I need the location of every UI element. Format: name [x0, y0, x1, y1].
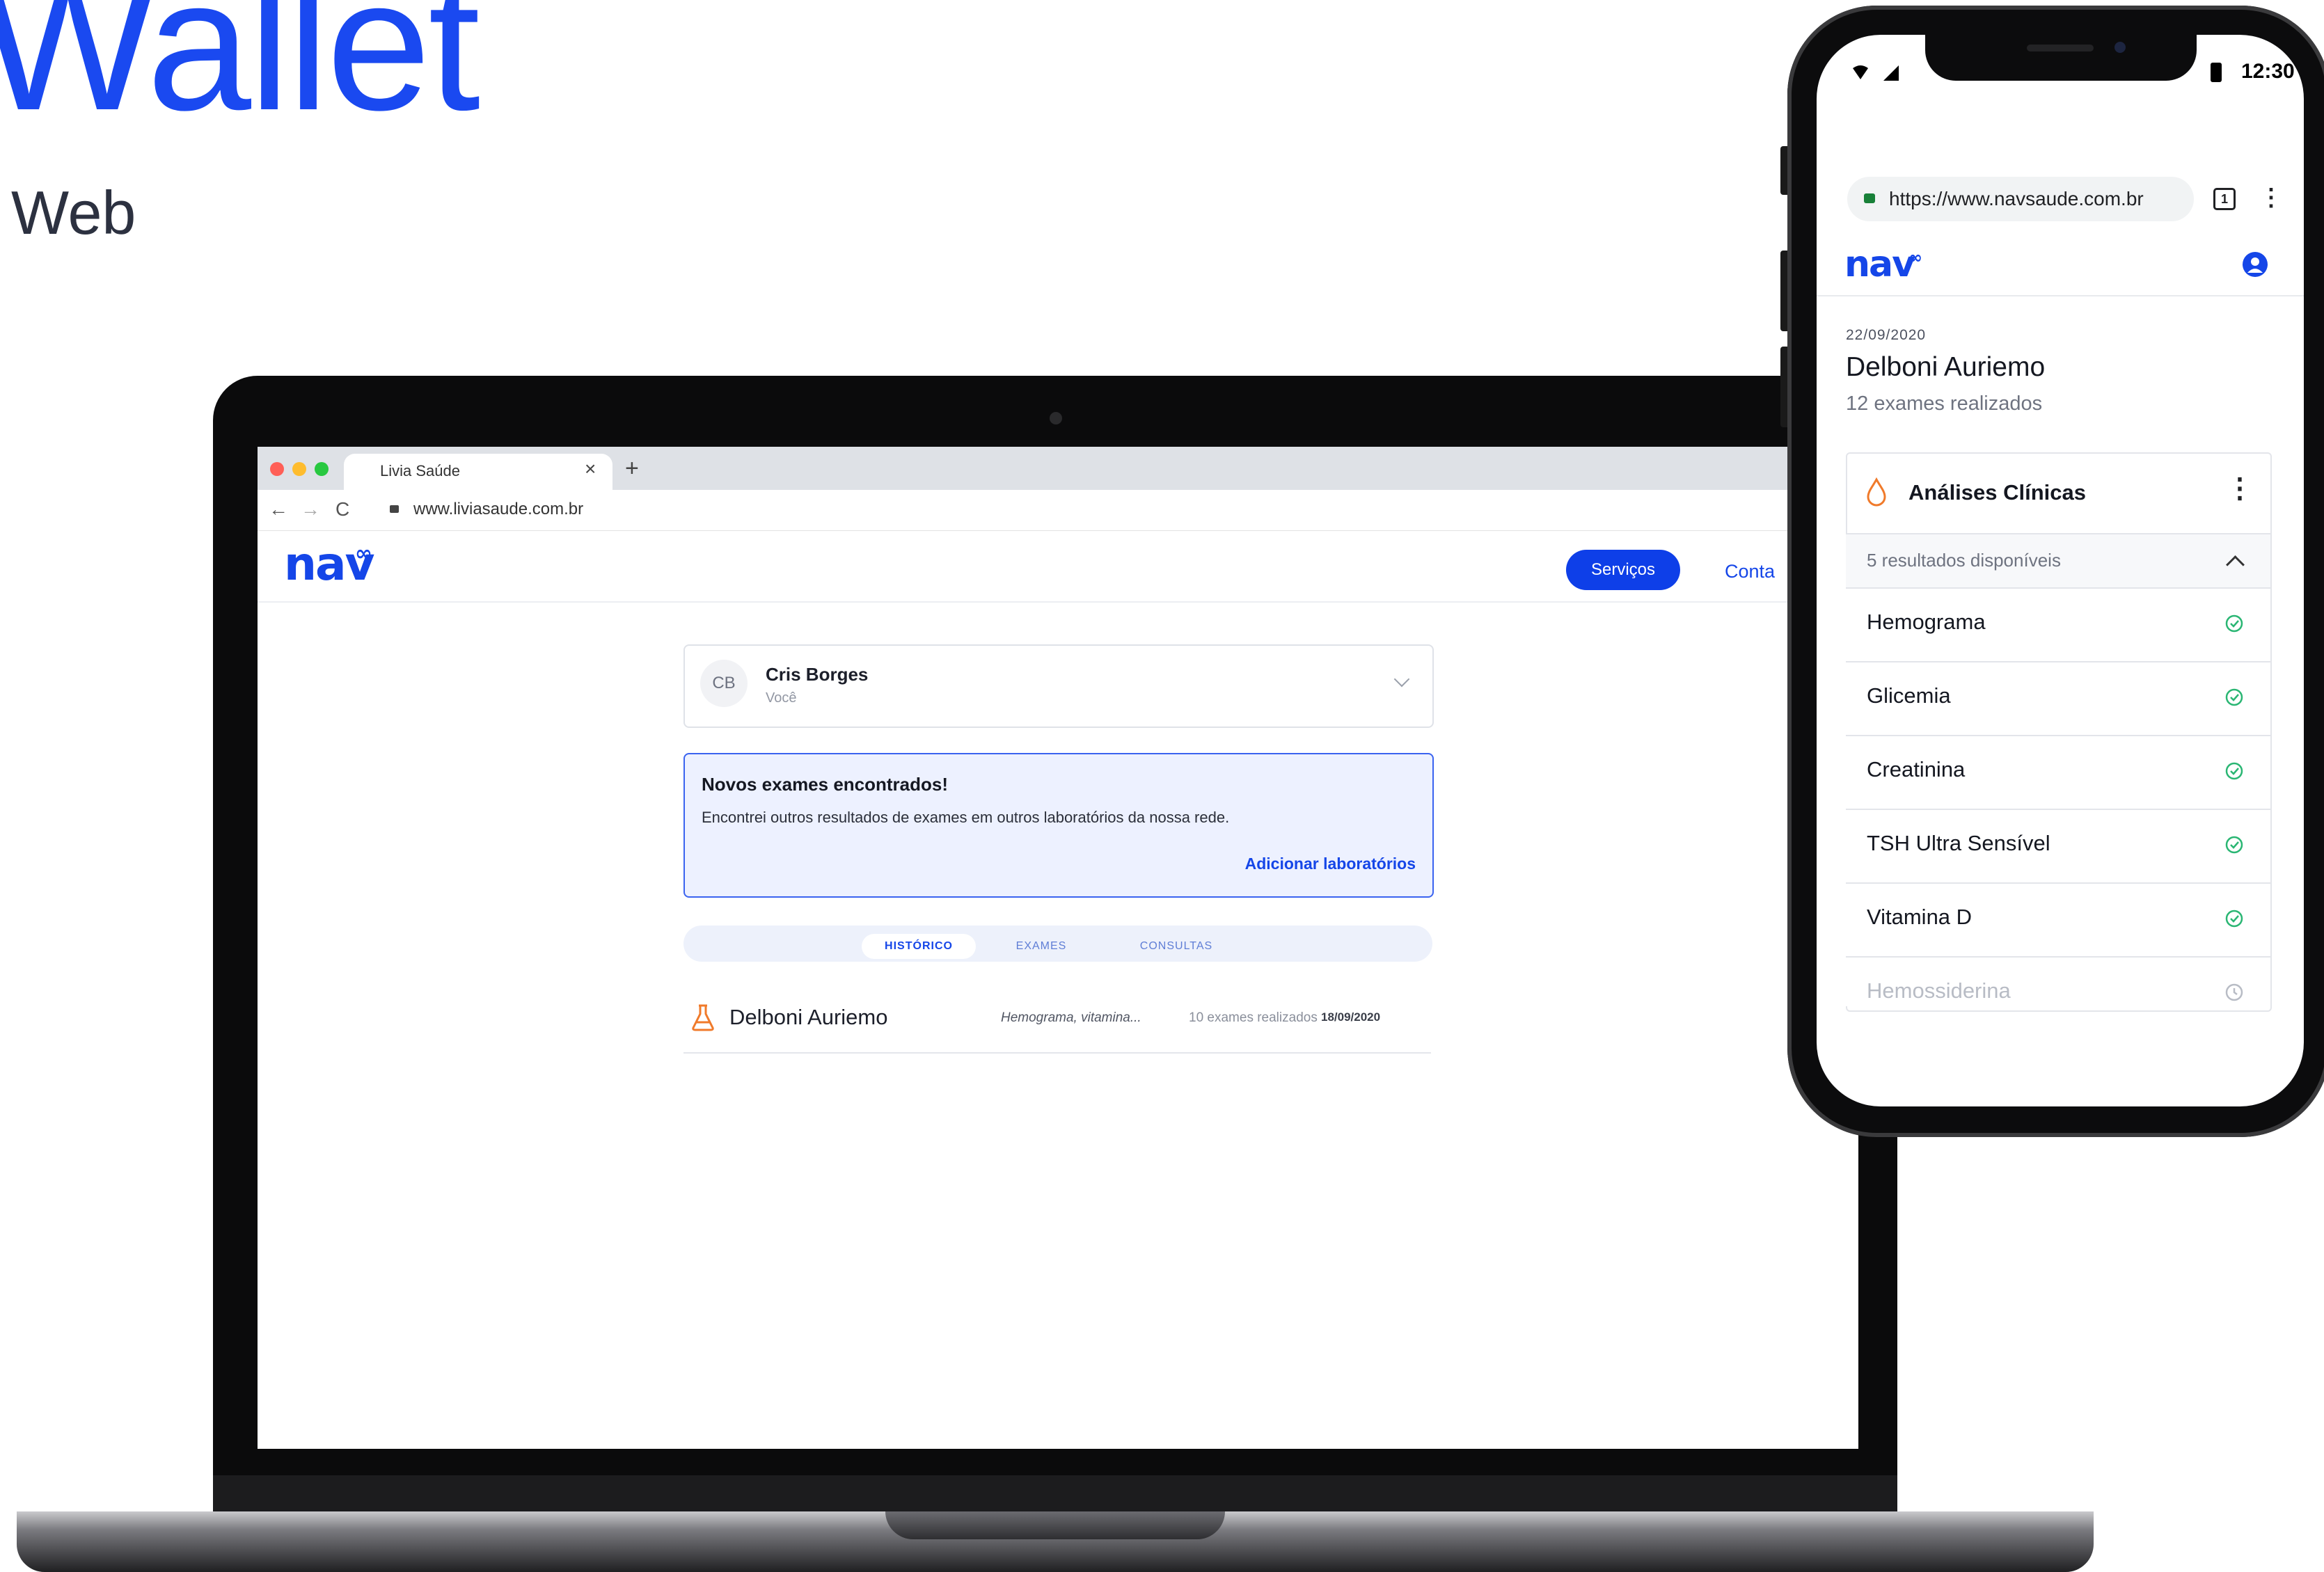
tab-close-icon[interactable]: ×: [585, 458, 596, 480]
forward-icon[interactable]: →: [301, 498, 320, 521]
back-icon[interactable]: ←: [269, 498, 288, 521]
flask-icon: [692, 1004, 714, 1031]
browser-menu-icon[interactable]: ⋮: [2259, 184, 2283, 212]
reload-icon[interactable]: C: [335, 498, 349, 521]
tab-consultas[interactable]: CONSULTAS: [1121, 934, 1232, 959]
section-title: Análises Clínicas: [1908, 480, 2087, 505]
account-link[interactable]: Conta: [1725, 561, 1775, 582]
nav-logo[interactable]: nav: [1844, 244, 1915, 285]
list-item[interactable]: Creatinina: [1846, 736, 2270, 810]
tabs-count-icon[interactable]: 1: [2213, 188, 2236, 210]
history-count: 10 exames realizados: [1189, 1010, 1318, 1025]
page-subtitle: Web: [11, 178, 136, 247]
exam-summary: 12 exames realizados: [1846, 392, 2043, 415]
lock-icon: [390, 505, 399, 513]
exam-name: Vitamina D: [1867, 905, 1973, 929]
list-item[interactable]: Glicemia: [1846, 662, 2270, 736]
drop-icon: [1867, 477, 1886, 507]
history-date: 18/09/2020: [1321, 1010, 1381, 1024]
nav-logo-mark: ∞: [355, 541, 372, 566]
exam-name: TSH Ultra Sensível: [1867, 831, 2050, 855]
url-field[interactable]: www.liviasaude.com.br: [413, 500, 583, 519]
list-item[interactable]: Hemograma: [1846, 589, 2270, 662]
lab-name: Delboni Auriemo: [1846, 352, 2046, 382]
check-circle-icon: [2225, 688, 2243, 706]
list-item[interactable]: TSH Ultra Sensível: [1846, 810, 2270, 884]
tab-historico[interactable]: HISTÓRICO: [862, 934, 976, 959]
user-icon[interactable]: [2241, 251, 2269, 278]
divider: [1817, 295, 2304, 296]
signal-icon: [1883, 65, 1899, 81]
list-item[interactable]: Vitamina D: [1846, 884, 2270, 958]
window-zoom-button[interactable]: [315, 462, 329, 476]
exam-name: Hemossiderina: [1867, 978, 2011, 1003]
profile-selector[interactable]: [683, 644, 1434, 728]
exam-name: Creatinina: [1867, 757, 1966, 781]
laptop-hinge: [885, 1511, 1225, 1539]
clock-icon: [2225, 983, 2243, 1001]
services-button[interactable]: Serviços: [1566, 550, 1680, 590]
laptop-camera: [1050, 412, 1062, 424]
profile-name: Cris Borges: [766, 664, 869, 685]
visit-date: 22/09/2020: [1846, 327, 1927, 343]
window-minimize-button[interactable]: [292, 462, 306, 476]
results-available: 5 resultados disponíveis: [1867, 550, 2061, 571]
add-labs-link[interactable]: Adicionar laboratórios: [1236, 855, 1416, 873]
phone-notch: [1925, 35, 2197, 81]
check-circle-icon: [2225, 910, 2243, 928]
phone-camera: [2114, 42, 2126, 53]
page-title: Wallet: [0, 0, 480, 150]
exam-name: Glicemia: [1867, 683, 1951, 708]
avatar: CB: [700, 660, 748, 707]
mobile-url[interactable]: https://www.navsaude.com.br: [1889, 188, 2144, 210]
lock-icon: [1864, 193, 1875, 203]
exam-name: Hemograma: [1867, 610, 1986, 634]
tab-exames[interactable]: EXAMES: [998, 934, 1084, 959]
divider: [683, 1052, 1431, 1054]
more-options-icon[interactable]: ⋮: [2226, 475, 2254, 502]
history-exams: Hemograma, vitamina...: [1001, 1010, 1141, 1025]
check-circle-icon: [2225, 762, 2243, 780]
nav-logo-mark: ∞: [1908, 248, 1922, 267]
battery-icon: [2211, 63, 2222, 82]
browser-tab-title: Livia Saúde: [380, 462, 460, 479]
window-close-button[interactable]: [270, 462, 284, 476]
new-tab-icon[interactable]: +: [625, 455, 639, 482]
laptop-chin: [213, 1475, 1897, 1517]
list-item[interactable]: Hemossiderina: [1846, 958, 2270, 1006]
desktop-screen: Livia Saúde × + ← → C www.liviasaude.com…: [258, 447, 1858, 1449]
check-circle-icon: [2225, 614, 2243, 633]
notice-title: Novos exames encontrados!: [702, 774, 949, 795]
status-time: 12:30: [2241, 60, 2295, 83]
history-lab-name[interactable]: Delboni Auriemo: [729, 1005, 887, 1030]
check-circle-icon: [2225, 836, 2243, 854]
profile-relation: Você: [766, 690, 797, 706]
phone-speaker: [2027, 45, 2094, 51]
notice-text: Encontrei outros resultados de exames em…: [702, 809, 1230, 826]
wifi-icon: [1853, 65, 1868, 79]
